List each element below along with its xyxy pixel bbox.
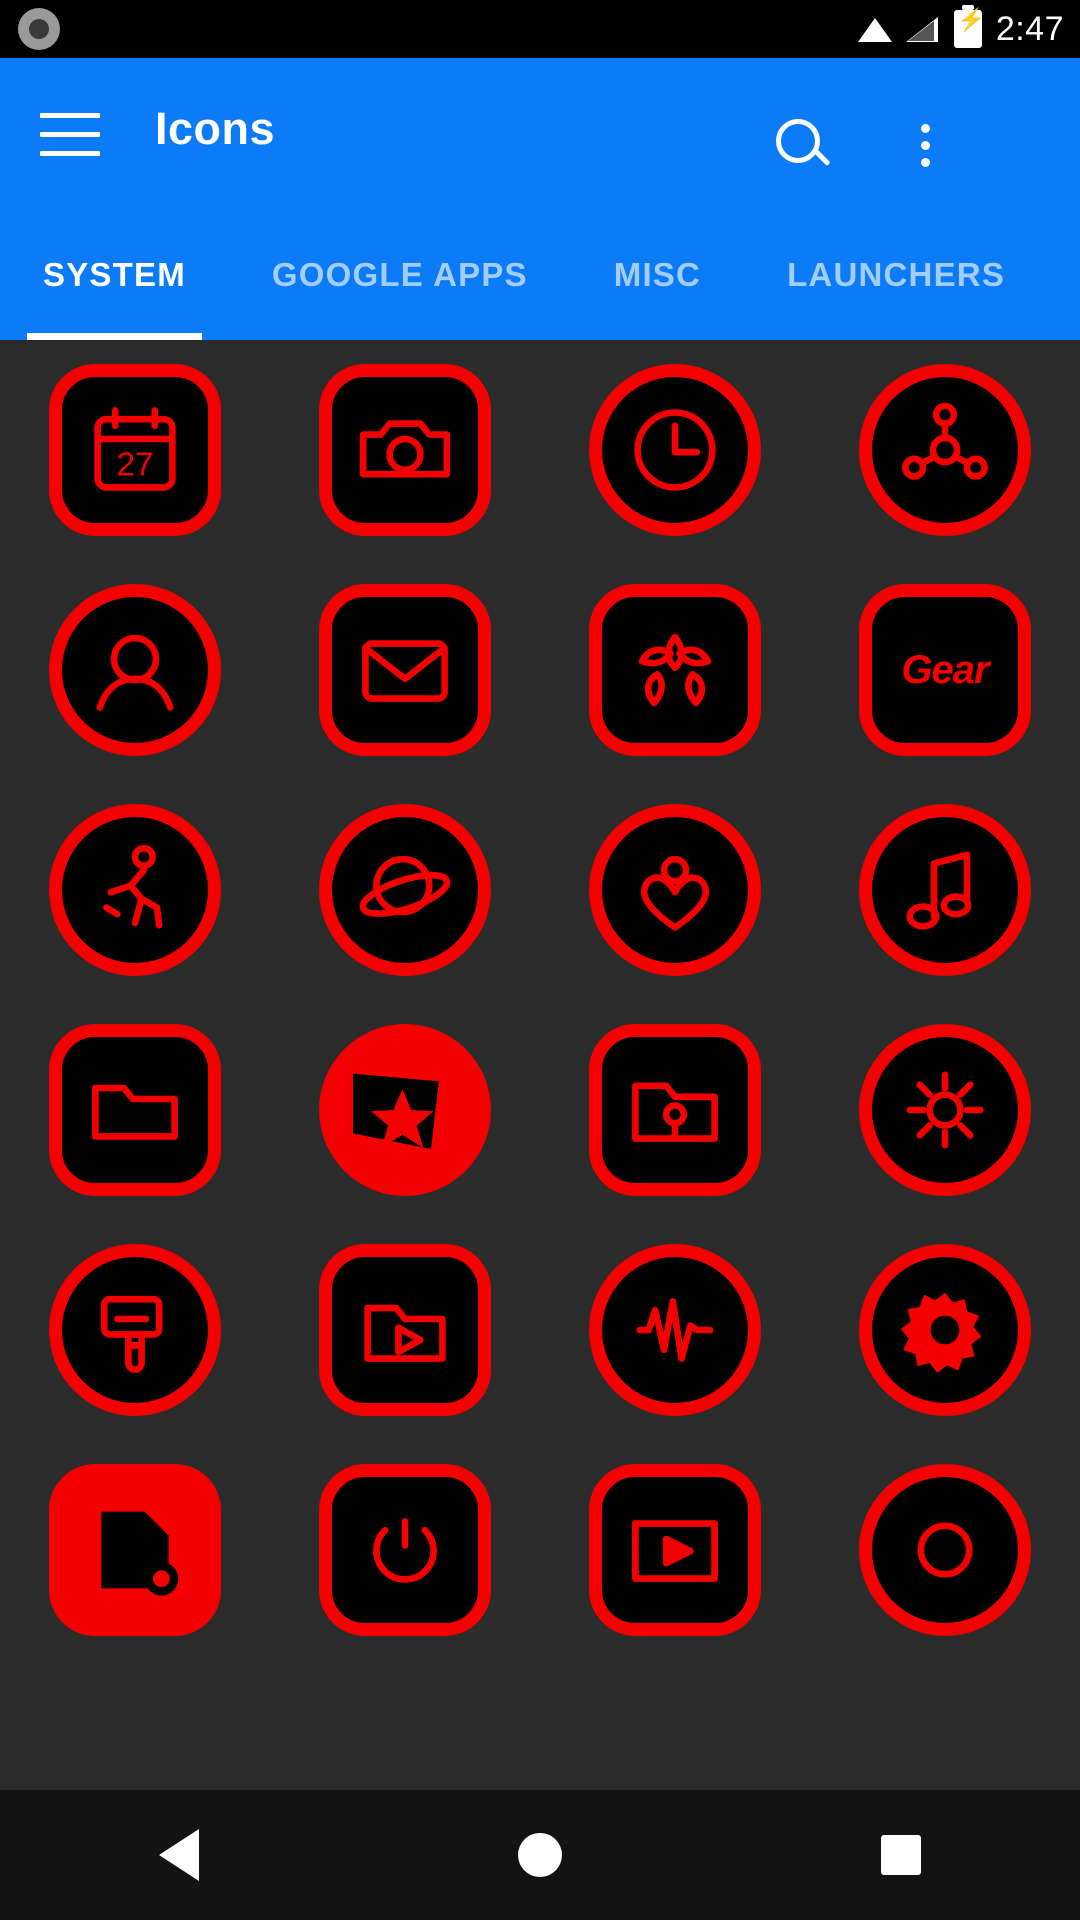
film-play-icon[interactable] bbox=[589, 1464, 761, 1636]
icon-glyph bbox=[859, 804, 1031, 976]
icon-cell[interactable] bbox=[0, 560, 270, 780]
star-flag-icon[interactable] bbox=[319, 1024, 491, 1196]
icon-cell[interactable] bbox=[540, 1440, 810, 1660]
paint-brush-icon[interactable] bbox=[49, 1244, 221, 1416]
icon-cell[interactable]: Gear bbox=[810, 560, 1080, 780]
icon-cell[interactable] bbox=[540, 1220, 810, 1440]
recents-nav-icon[interactable] bbox=[880, 1835, 921, 1875]
status-time: 2:47 bbox=[995, 9, 1064, 48]
icon-glyph bbox=[859, 364, 1031, 536]
icon-cell[interactable] bbox=[810, 1000, 1080, 1220]
gear-app-icon[interactable]: Gear bbox=[859, 584, 1031, 756]
gear-label: Gear bbox=[901, 647, 989, 692]
icon-glyph bbox=[859, 1464, 1031, 1636]
icon-glyph bbox=[319, 1024, 491, 1196]
app-root: 2:47 Icons SYSTEMGOOGLE APPSMISCLAUNCHER… bbox=[0, 0, 1080, 1920]
clock-icon[interactable] bbox=[589, 364, 761, 536]
icon-grid-container[interactable]: 27 Gear bbox=[0, 340, 1080, 1780]
status-bar: 2:47 bbox=[0, 0, 1080, 58]
icon-glyph bbox=[49, 1464, 221, 1636]
icon-glyph bbox=[589, 1464, 761, 1636]
settings-gear-solid-icon[interactable] bbox=[859, 1244, 1031, 1416]
icon-glyph bbox=[319, 804, 491, 976]
icon-cell[interactable] bbox=[270, 560, 540, 780]
icon-cell[interactable] bbox=[810, 1440, 1080, 1660]
svg-text:27: 27 bbox=[117, 445, 154, 482]
tab-indicator bbox=[27, 333, 202, 340]
icon-cell[interactable] bbox=[810, 340, 1080, 560]
search-icon[interactable] bbox=[770, 113, 831, 173]
tab-system[interactable]: SYSTEM bbox=[0, 225, 229, 325]
icon-cell[interactable] bbox=[810, 1220, 1080, 1440]
icon-glyph bbox=[859, 1024, 1031, 1196]
planet-icon[interactable] bbox=[319, 804, 491, 976]
camera-dot-icon bbox=[18, 8, 60, 50]
icon-glyph bbox=[319, 1244, 491, 1416]
icon-cell[interactable] bbox=[270, 1440, 540, 1660]
icon-cell[interactable] bbox=[0, 780, 270, 1000]
running-person-icon[interactable] bbox=[49, 804, 221, 976]
record-icon[interactable] bbox=[859, 1464, 1031, 1636]
icon-glyph bbox=[859, 1244, 1031, 1416]
icon-glyph bbox=[49, 1024, 221, 1196]
signal-icon bbox=[905, 16, 940, 42]
tab-dr[interactable]: DR bbox=[1048, 225, 1080, 325]
wifi-icon bbox=[857, 16, 892, 42]
power-refresh-icon[interactable] bbox=[319, 1464, 491, 1636]
tab-launchers[interactable]: LAUNCHERS bbox=[744, 225, 1048, 325]
contacts-icon[interactable] bbox=[49, 584, 221, 756]
sound-wave-icon[interactable] bbox=[589, 1244, 761, 1416]
icon-cell[interactable] bbox=[270, 780, 540, 1000]
icon-glyph bbox=[49, 1244, 221, 1416]
back-nav-icon[interactable] bbox=[159, 1829, 200, 1881]
tab-bar[interactable]: SYSTEMGOOGLE APPSMISCLAUNCHERSDR bbox=[0, 225, 1080, 340]
status-icons: 2:47 bbox=[857, 0, 1064, 58]
icon-glyph bbox=[589, 584, 761, 756]
calendar-icon[interactable]: 27 bbox=[49, 364, 221, 536]
camera-icon[interactable] bbox=[319, 364, 491, 536]
icon-glyph bbox=[589, 364, 761, 536]
icon-cell[interactable] bbox=[0, 1000, 270, 1220]
flower-icon[interactable] bbox=[589, 584, 761, 756]
icon-cell[interactable] bbox=[270, 1220, 540, 1440]
video-folder-icon[interactable] bbox=[319, 1244, 491, 1416]
overflow-menu-icon[interactable] bbox=[895, 110, 955, 180]
icon-glyph bbox=[49, 804, 221, 976]
icon-cell[interactable] bbox=[270, 1000, 540, 1220]
icon-glyph bbox=[589, 1244, 761, 1416]
icon-glyph bbox=[589, 1024, 761, 1196]
icon-cell[interactable] bbox=[540, 560, 810, 780]
icon-glyph bbox=[319, 584, 491, 756]
health-heart-icon[interactable] bbox=[589, 804, 761, 976]
icon-cell[interactable] bbox=[540, 780, 810, 1000]
icon-cell[interactable] bbox=[270, 340, 540, 560]
tab-misc[interactable]: MISC bbox=[571, 225, 744, 325]
folder-icon[interactable] bbox=[49, 1024, 221, 1196]
music-note-icon[interactable] bbox=[859, 804, 1031, 976]
icon-glyph: 27 bbox=[49, 364, 221, 536]
document-badge-icon[interactable] bbox=[49, 1464, 221, 1636]
tab-google-apps[interactable]: GOOGLE APPS bbox=[229, 225, 571, 325]
app-bar: Icons bbox=[0, 58, 1080, 225]
icon-cell[interactable] bbox=[540, 1000, 810, 1220]
icon-cell[interactable] bbox=[540, 340, 810, 560]
settings-gear-outline-icon[interactable] bbox=[859, 1024, 1031, 1196]
battery-charging-icon bbox=[953, 5, 985, 48]
hamburger-icon[interactable] bbox=[40, 113, 100, 159]
icon-cell[interactable] bbox=[0, 1220, 270, 1440]
icon-cell[interactable] bbox=[0, 1440, 270, 1660]
icon-glyph bbox=[589, 804, 761, 976]
home-nav-icon[interactable] bbox=[517, 1833, 562, 1877]
secure-folder-icon[interactable] bbox=[589, 1024, 761, 1196]
share-nodes-icon[interactable] bbox=[859, 364, 1031, 536]
icon-glyph bbox=[49, 584, 221, 756]
icon-glyph bbox=[319, 1464, 491, 1636]
icon-cell[interactable] bbox=[810, 780, 1080, 1000]
navigation-bar bbox=[0, 1790, 1080, 1920]
email-icon[interactable] bbox=[319, 584, 491, 756]
icon-glyph bbox=[319, 364, 491, 536]
icon-cell[interactable]: 27 bbox=[0, 340, 270, 560]
page-title: Icons bbox=[155, 103, 276, 154]
